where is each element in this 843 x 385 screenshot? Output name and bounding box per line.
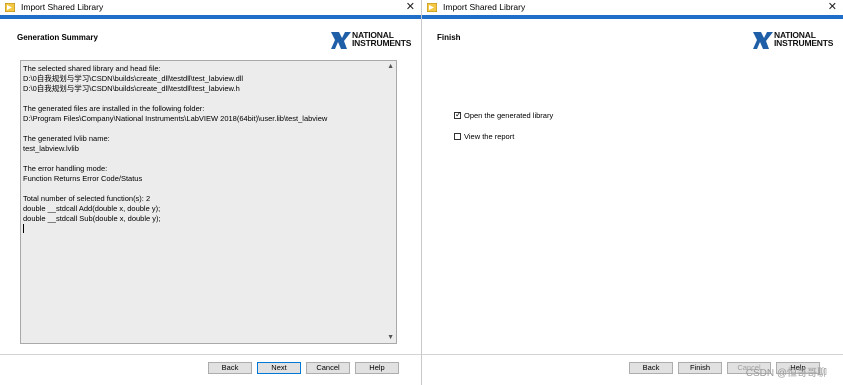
- cancel-button[interactable]: Cancel: [306, 362, 350, 374]
- view-report-label: View the report: [464, 132, 515, 141]
- title-bar: Import Shared Library ✕: [422, 0, 843, 15]
- app-icon: [427, 3, 437, 12]
- summary-line: Function Returns Error Code/Status: [23, 174, 143, 183]
- help-button[interactable]: Help: [355, 362, 399, 374]
- scroll-up-icon[interactable]: ▲: [387, 63, 394, 70]
- checkmark-icon: ✓: [455, 110, 462, 119]
- footer-divider: [0, 354, 421, 355]
- back-button[interactable]: Back: [208, 362, 252, 374]
- view-report-checkbox[interactable]: [454, 133, 461, 140]
- summary-line: The error handling mode:: [23, 164, 108, 173]
- summary-line: [23, 184, 382, 194]
- close-icon[interactable]: ✕: [828, 0, 837, 14]
- summary-line: [23, 94, 382, 104]
- title-bar: Import Shared Library ✕: [0, 0, 421, 15]
- summary-line: test_labview.lvlib: [23, 144, 79, 153]
- window-title: Import Shared Library: [443, 2, 526, 12]
- window-title: Import Shared Library: [21, 2, 104, 12]
- ni-logo: NATIONAL INSTRUMENTS: [752, 29, 838, 51]
- scroll-down-icon[interactable]: ▼: [387, 334, 394, 341]
- header-accent-bar: [0, 15, 421, 19]
- import-shared-library-window-right: Import Shared Library ✕ Finish NATIONAL …: [422, 0, 843, 385]
- summary-text: The selected shared library and head fil…: [23, 64, 382, 224]
- summary-line: The generated lvlib name:: [23, 134, 110, 143]
- open-library-checkbox[interactable]: ✓: [454, 110, 462, 119]
- summary-line: Total number of selected function(s): 2: [23, 194, 151, 203]
- summary-line: D:\Program Files\Company\National Instru…: [23, 114, 328, 123]
- generation-summary-textbox[interactable]: The selected shared library and head fil…: [20, 60, 397, 344]
- text-caret: [23, 224, 24, 233]
- app-icon: [5, 3, 15, 12]
- ni-eagle-icon: [331, 32, 351, 49]
- footer-divider: [422, 354, 843, 355]
- ni-logo: NATIONAL INSTRUMENTS: [330, 29, 416, 51]
- ni-eagle-icon: [753, 32, 773, 49]
- finish-button[interactable]: Finish: [678, 362, 722, 374]
- page-title: Finish: [437, 33, 461, 42]
- summary-line: double __stdcall Add(double x, double y)…: [23, 204, 161, 213]
- logo-text-line2: INSTRUMENTS: [774, 38, 834, 48]
- back-button[interactable]: Back: [629, 362, 673, 374]
- header-accent-bar: [422, 15, 843, 19]
- import-shared-library-window-left: Import Shared Library ✕ Generation Summa…: [0, 0, 421, 385]
- csdn-watermark: CSDN @恒哥哥聊: [745, 368, 827, 379]
- page-title: Generation Summary: [17, 33, 98, 42]
- summary-line: double __stdcall Sub(double x, double y)…: [23, 214, 161, 223]
- summary-line: The generated files are installed in the…: [23, 104, 205, 113]
- logo-text-line2: INSTRUMENTS: [352, 38, 412, 48]
- close-icon[interactable]: ✕: [406, 0, 415, 14]
- next-button[interactable]: Next: [257, 362, 301, 374]
- summary-line: [23, 124, 382, 134]
- open-library-label: Open the generated library: [464, 111, 554, 120]
- summary-line: D:\0自我规划与学习\CSDN\builds\create_dll\testd…: [23, 84, 240, 93]
- summary-line: D:\0自我规划与学习\CSDN\builds\create_dll\testd…: [23, 74, 244, 83]
- summary-line: [23, 154, 382, 164]
- summary-line: The selected shared library and head fil…: [23, 64, 161, 73]
